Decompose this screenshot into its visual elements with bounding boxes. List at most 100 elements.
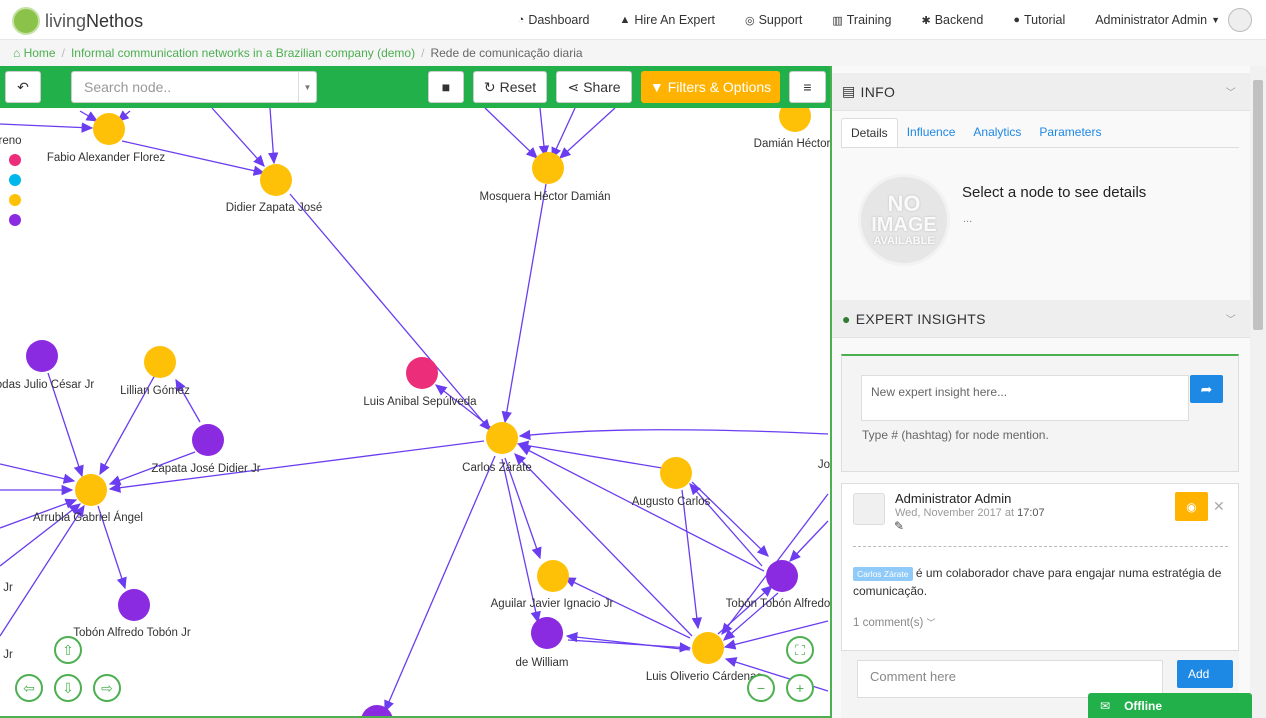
nav-support[interactable]: ◎ Support <box>730 13 817 27</box>
menu-button[interactable]: ≡ <box>789 71 826 103</box>
back-button[interactable]: ↶ <box>5 71 41 103</box>
zoom-out-icon[interactable]: − <box>747 674 775 702</box>
chevron-down-icon: ﹀ <box>926 618 936 628</box>
nav-dashboard[interactable]: ◔ Dashboard <box>503 13 605 27</box>
hamburger-icon: ≡ <box>803 79 812 95</box>
graph-toolbar: ↶ Search node.. ▼ ■ ↻ Reset ⋖ Share ▼ Filte… <box>0 66 830 108</box>
filters-options-button[interactable]: ▼ Filters & Options <box>641 71 780 103</box>
graph-node[interactable] <box>118 589 150 621</box>
graph-node[interactable] <box>260 164 292 196</box>
user-menu[interactable]: Administrator Admin ▼ <box>1080 8 1252 32</box>
search-node-input[interactable]: Search node.. ▼ <box>71 71 317 103</box>
graph-node[interactable] <box>531 617 563 649</box>
breadcrumb: ⌂ Home / Informal communication networks… <box>0 40 1266 66</box>
network-graph-canvas[interactable]: Fabio Alexander Florez Didier Zapata Jos… <box>0 66 832 718</box>
zoom-in-icon[interactable]: + <box>786 674 814 702</box>
share-button[interactable]: ⋖ Share <box>556 71 632 103</box>
network-graph[interactable]: Fabio Alexander Florez Didier Zapata Jos… <box>0 66 830 718</box>
graph-node[interactable] <box>766 560 798 592</box>
chevron-down-icon[interactable]: ﹀ <box>1226 311 1236 326</box>
breadcrumb-separator: / <box>421 46 425 60</box>
pan-left-icon[interactable]: ⇦ <box>15 674 43 702</box>
node-label: Luis Oliverio Cárdenas <box>646 671 763 683</box>
stop-icon: ■ <box>441 79 451 95</box>
graph-nodes[interactable] <box>26 100 811 718</box>
graph-node[interactable] <box>361 705 393 718</box>
node-label: Lillian Gómez <box>120 385 190 397</box>
node-label: Tobón Alfredo Tobón Jr <box>73 627 191 639</box>
comments-toggle[interactable]: 1 comment(s) ﹀ <box>853 616 936 629</box>
graph-node[interactable] <box>486 422 518 454</box>
chat-status-bar[interactable]: ✉ Offline <box>1088 693 1252 718</box>
node-label: Luis Anibal Sepúlveda <box>363 396 477 408</box>
info-tabs: Details Influence Analytics Parameters <box>841 118 1239 148</box>
logo[interactable]: livingNethos <box>12 7 143 35</box>
legend-dot <box>9 174 21 186</box>
node-label: Damián Héctor <box>754 138 830 150</box>
nav-tutorial[interactable]: ● Tutorial <box>998 13 1080 27</box>
home-icon: ⌂ <box>13 46 21 60</box>
chevron-down-icon[interactable]: ﹀ <box>1226 84 1236 99</box>
nav-training[interactable]: ▥ Training <box>817 13 906 27</box>
search-placeholder: Search node.. <box>84 79 172 95</box>
tab-influence[interactable]: Influence <box>898 118 965 147</box>
post-author[interactable]: Administrator Admin <box>895 491 1011 506</box>
logo-text: livingNethos <box>45 10 144 31</box>
legend-dot <box>9 154 21 166</box>
stop-button[interactable]: ■ <box>428 71 464 103</box>
node-label: Arrubla Gabriel Ángel <box>33 511 143 524</box>
select-node-subtitle: ... <box>963 213 973 225</box>
graph-node[interactable] <box>692 632 724 664</box>
graph-node[interactable] <box>144 346 176 378</box>
graph-node[interactable] <box>75 474 107 506</box>
node-label: Mosquera Héctor Damián <box>479 191 610 203</box>
expert-insights-header[interactable]: ● EXPERT INSIGHTS ﹀ <box>832 300 1250 338</box>
main-nav: ◔ Dashboard ▲ Hire An Expert ◎ Support ▥ Tra… <box>503 0 1252 40</box>
send-insight-button[interactable]: ➦ <box>1190 375 1223 403</box>
graph-node[interactable] <box>532 152 564 184</box>
insight-input[interactable]: New expert insight here... <box>861 375 1189 421</box>
avatar[interactable] <box>1228 8 1252 32</box>
tab-details[interactable]: Details <box>841 118 898 147</box>
graph-node[interactable] <box>192 424 224 456</box>
reset-button[interactable]: ↻ Reset <box>473 71 547 103</box>
breadcrumb-project[interactable]: Informal communication networks in a Bra… <box>71 46 415 60</box>
tab-parameters[interactable]: Parameters <box>1030 118 1110 147</box>
pan-right-icon[interactable]: ⇨ <box>93 674 121 702</box>
graph-node[interactable] <box>537 560 569 592</box>
node-label: odas Julio César Jr <box>0 379 94 391</box>
graph-node[interactable] <box>406 357 438 389</box>
lifebuoy-icon: ◎ <box>744 14 755 27</box>
graph-node[interactable] <box>93 113 125 145</box>
chevron-down-icon[interactable]: ▼ <box>298 72 316 102</box>
node-label: Jr <box>3 649 13 661</box>
visibility-button[interactable]: ◉ <box>1175 492 1208 521</box>
node-label: Didier Zapata José <box>226 202 323 214</box>
breadcrumb-home[interactable]: ⌂ Home <box>13 46 56 60</box>
pan-up-icon[interactable]: ⇧ <box>54 636 82 664</box>
add-comment-button[interactable]: Add <box>1177 660 1233 688</box>
undo-icon: ↶ <box>17 78 29 95</box>
node-mention-tag[interactable]: Carlos Zárate <box>853 567 913 581</box>
nav-backend[interactable]: ✱ Backend <box>906 13 998 27</box>
tab-analytics[interactable]: Analytics <box>964 118 1030 147</box>
caret-down-icon: ▼ <box>1211 15 1220 25</box>
scrollbar-thumb[interactable] <box>1253 80 1263 330</box>
bank-icon: ▥ <box>832 14 843 27</box>
nav-hire-expert[interactable]: ▲ Hire An Expert <box>604 13 729 27</box>
graph-node[interactable] <box>26 340 58 372</box>
pan-down-icon[interactable]: ⇩ <box>54 674 82 702</box>
graph-node[interactable] <box>660 457 692 489</box>
node-label: Jo <box>818 459 830 471</box>
refresh-icon: ↻ <box>483 78 496 95</box>
panel-scrollbar[interactable] <box>1250 66 1266 718</box>
select-node-title: Select a node to see details <box>962 184 1147 201</box>
close-icon[interactable]: ✕ <box>1213 498 1225 515</box>
node-label: Fabio Alexander Florez <box>47 152 166 164</box>
pencil-icon[interactable]: ✎ <box>894 519 904 533</box>
breadcrumb-separator: / <box>61 46 65 60</box>
comment-icon: ● <box>842 310 851 327</box>
info-header[interactable]: ▤ INFO ﹀ <box>832 73 1250 111</box>
filter-icon: ▼ <box>649 79 664 95</box>
fit-screen-icon[interactable]: ⛶ <box>786 636 814 664</box>
